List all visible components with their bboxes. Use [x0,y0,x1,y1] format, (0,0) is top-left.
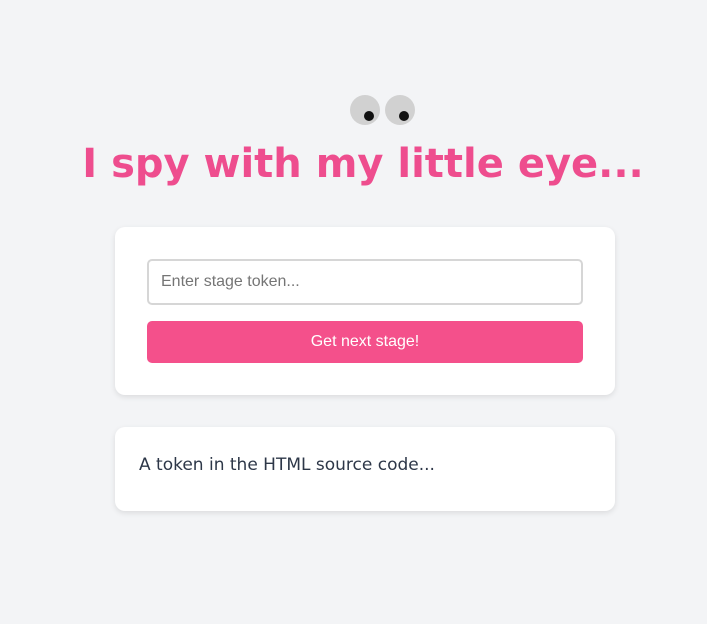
left-pupil [364,111,374,121]
right-eye-icon [385,95,415,125]
hint-text: A token in the HTML source code... [139,455,435,475]
get-next-stage-button[interactable]: Get next stage! [147,321,583,363]
left-eye-icon [350,95,380,125]
stage-token-input[interactable] [147,259,583,305]
hint-card: A token in the HTML source code... [115,427,615,511]
page-title: I spy with my little eye... [82,141,644,187]
stage-token-form: Get next stage! [115,227,615,395]
right-pupil [399,111,409,121]
googly-eyes-icon [350,95,416,125]
page: I spy with my little eye... Get next sta… [0,0,707,624]
